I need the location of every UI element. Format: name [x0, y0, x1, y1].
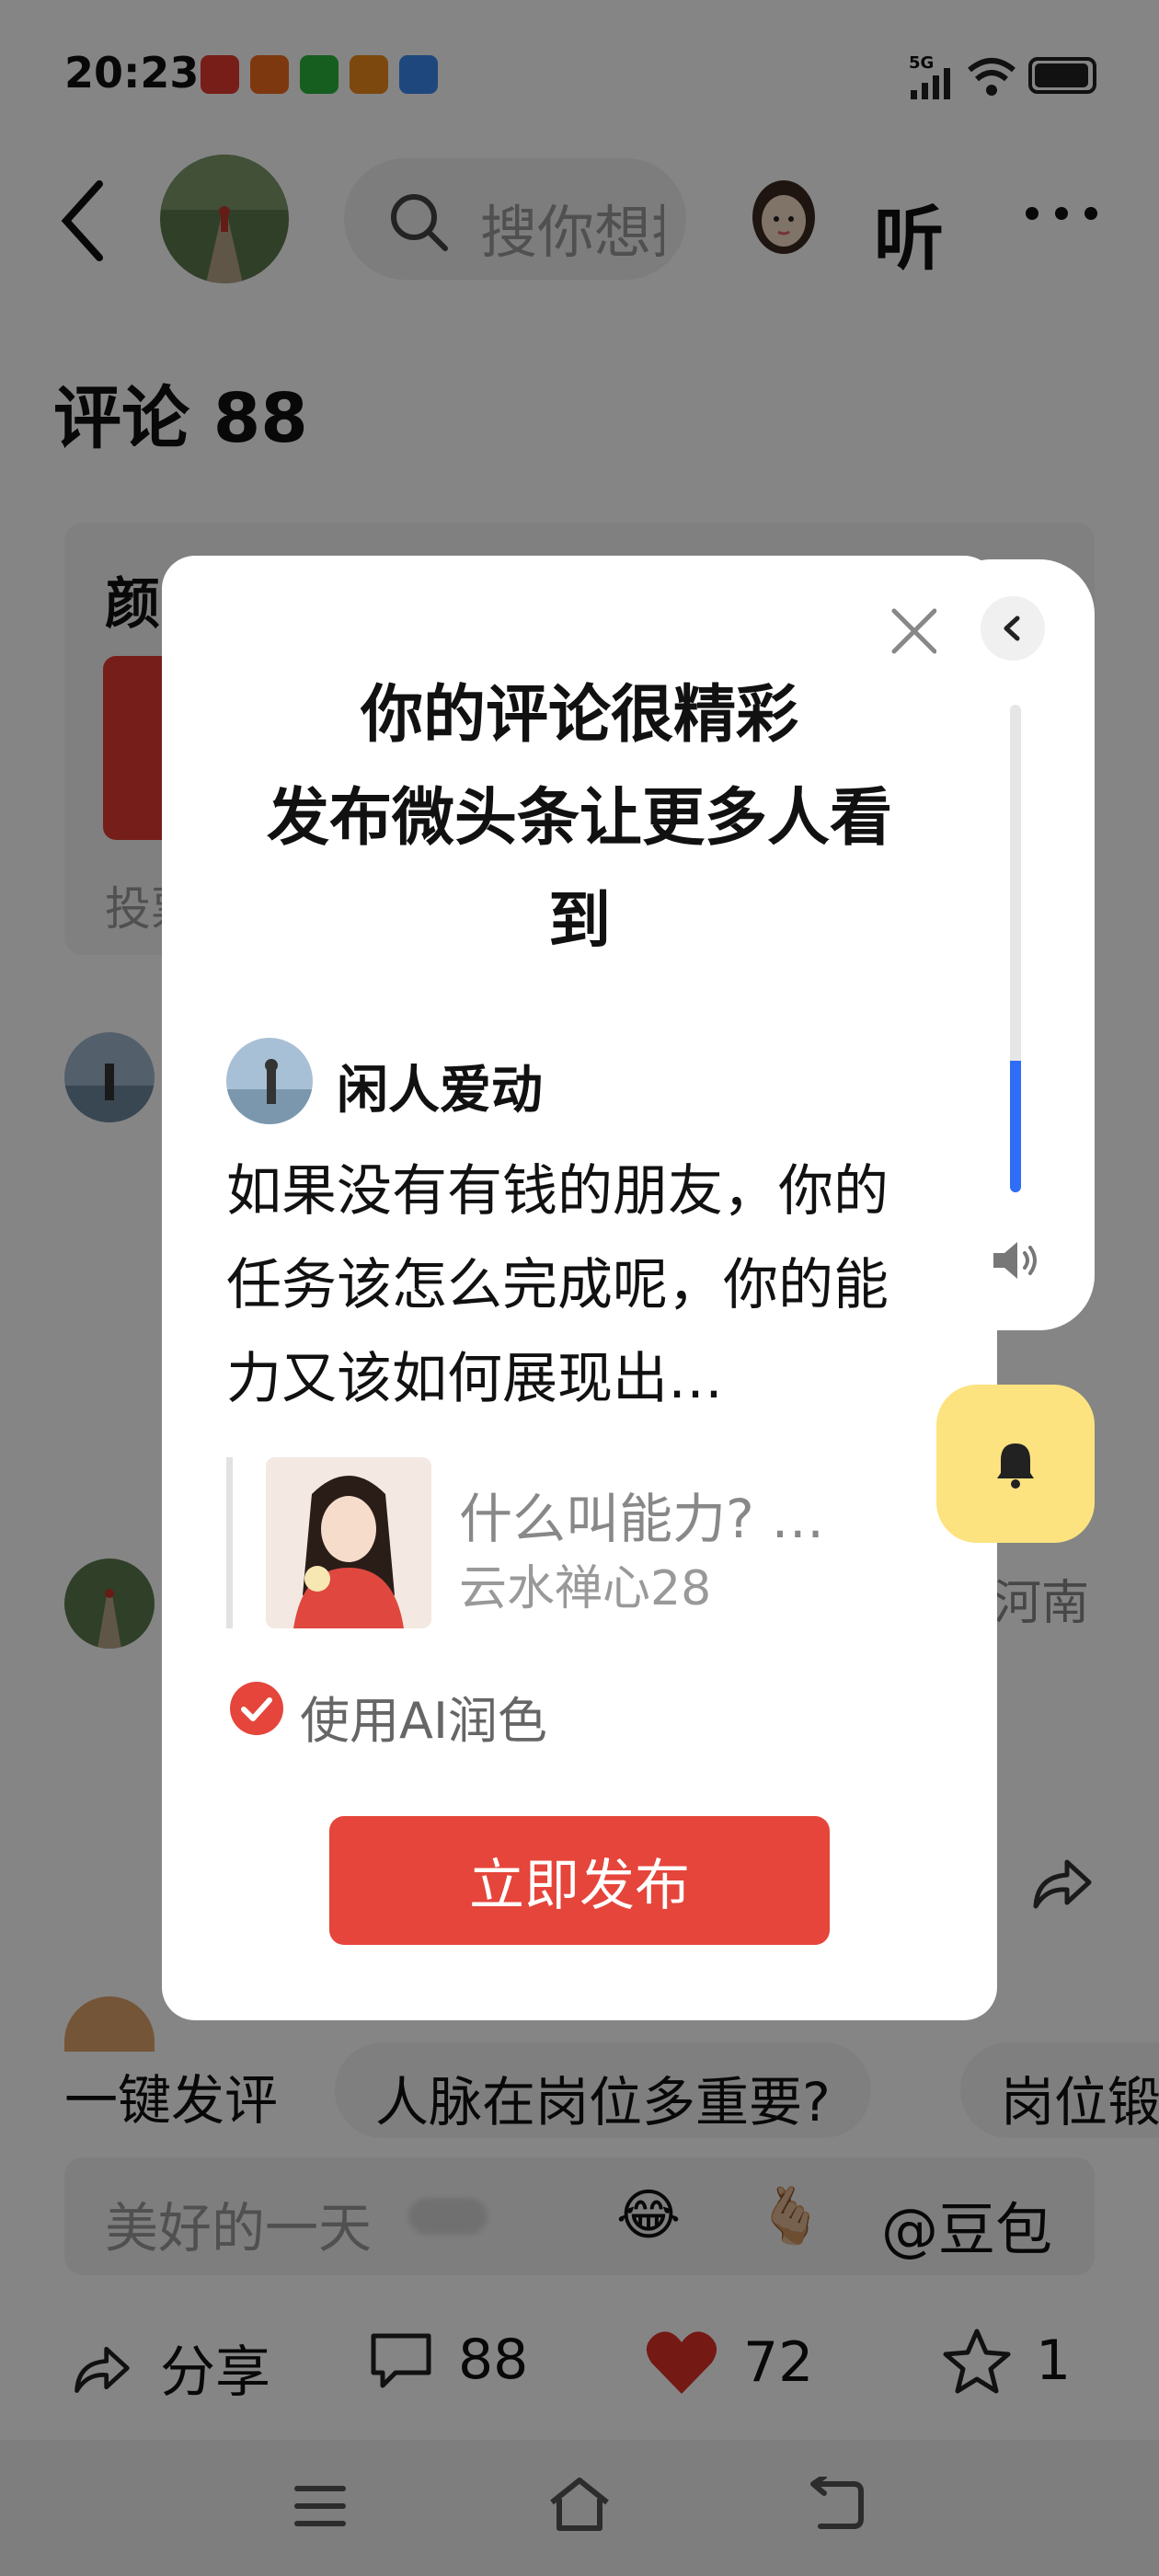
volume-panel: [936, 559, 1095, 1330]
author-name: 闲人爱动: [337, 1061, 543, 1121]
dialog-title: 你的评论很精彩 发布微头条让更多人看 到: [162, 664, 997, 973]
chevron-left-icon: [1004, 615, 1020, 641]
volume-slider-fill: [1010, 1060, 1021, 1192]
close-icon[interactable]: [889, 605, 940, 657]
comment-text: 如果没有有钱的朋友，你的任务该怎么完成呢，你的能力又该如何展现出…: [226, 1159, 889, 1411]
check-icon: [241, 1697, 272, 1721]
quoted-article-author: 云水禅心28: [459, 1561, 712, 1616]
notification-toggle-button[interactable]: [936, 1385, 1095, 1543]
quoted-article-title: 什么叫能力? …: [459, 1488, 825, 1550]
dialog-title-line: 发布微头条让更多人看: [266, 782, 892, 855]
author-avatar: [226, 1038, 313, 1124]
ai-polish-checkbox[interactable]: [230, 1682, 283, 1735]
collapse-volume-button[interactable]: [981, 596, 1045, 661]
publish-dialog: 你的评论很精彩 发布微头条让更多人看 到 闲人爱动 如果没有有钱的朋友，你的任务…: [162, 556, 997, 2020]
dialog-title-line: 到: [547, 885, 611, 958]
article-thumbnail: [266, 1457, 431, 1628]
quoted-article: 什么叫能力? … 云水禅心28: [226, 1457, 889, 1628]
volume-slider[interactable]: [1010, 705, 1021, 1192]
speaker-icon[interactable]: [986, 1231, 1045, 1290]
ai-polish-label[interactable]: 使用AI润色: [300, 1680, 547, 1753]
publish-button[interactable]: 立即发布: [329, 1816, 830, 1945]
dialog-title-line: 你的评论很精彩: [360, 679, 798, 752]
bell-icon: [997, 1443, 1034, 1489]
